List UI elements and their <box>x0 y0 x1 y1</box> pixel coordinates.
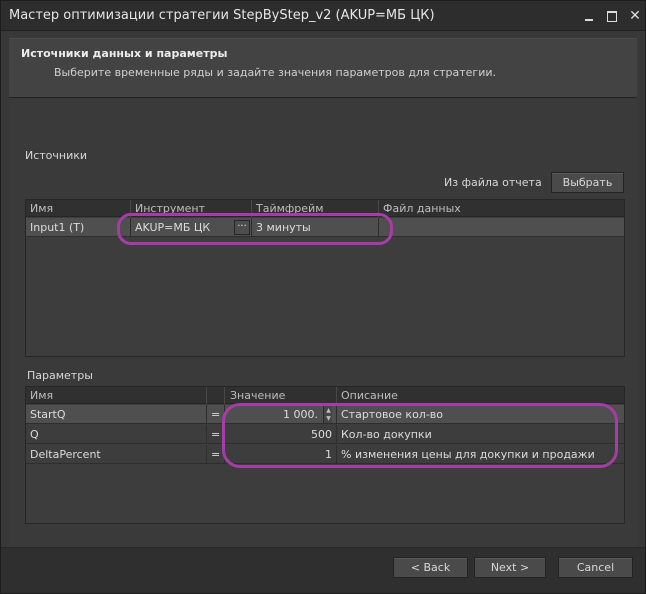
column-divider[interactable] <box>206 387 207 404</box>
from-report-file-label: Из файла отчета <box>444 176 542 189</box>
parameters-label: Параметры <box>27 369 93 382</box>
close-icon[interactable]: ✕ <box>627 8 643 24</box>
column-header-name[interactable]: Имя <box>30 389 53 402</box>
wizard-header: Источники данных и параметры Выберите вр… <box>9 38 637 98</box>
back-button[interactable]: < Back <box>393 557 468 578</box>
param-name: DeltaPercent <box>30 448 101 461</box>
instrument-highlight-outline <box>117 213 393 245</box>
param-operator: = <box>211 428 221 441</box>
values-highlight-outline <box>222 403 618 468</box>
header-title: Источники данных и параметры <box>21 47 228 60</box>
header-subtitle: Выберите временные ряды и задайте значен… <box>54 66 497 79</box>
column-header-name[interactable]: Имя <box>30 202 53 215</box>
sources-label: Источники <box>25 149 88 162</box>
column-header-value[interactable]: Значение <box>230 389 285 402</box>
next-button[interactable]: Next > <box>474 557 546 578</box>
optimization-wizard-window: Мастер оптимизации стратегии StepByStep_… <box>0 0 646 594</box>
column-header-data-file[interactable]: Файл данных <box>383 202 461 215</box>
param-name: Q <box>30 428 39 441</box>
cancel-button[interactable]: Cancel <box>558 557 633 578</box>
window-title: Мастер оптимизации стратегии StepByStep_… <box>9 8 435 23</box>
minimize-icon[interactable] <box>581 8 597 24</box>
cell-divider <box>206 405 207 424</box>
choose-button[interactable]: Выбрать <box>551 172 624 193</box>
source-name: Input1 (T) <box>30 221 85 234</box>
column-header-description[interactable]: Описание <box>341 389 398 402</box>
cell-divider <box>206 425 207 444</box>
parameters-table-header: Имя Значение Описание <box>26 387 624 404</box>
param-operator: = <box>211 448 221 461</box>
column-divider[interactable] <box>224 387 225 404</box>
param-name: StartQ <box>30 408 66 421</box>
param-operator: = <box>211 408 221 421</box>
maximize-icon[interactable] <box>604 8 620 24</box>
wizard-footer: < Back Next > Cancel <box>1 548 645 593</box>
column-divider[interactable] <box>336 387 337 404</box>
title-bar[interactable]: Мастер оптимизации стратегии StepByStep_… <box>1 1 645 31</box>
cell-divider <box>206 445 207 464</box>
